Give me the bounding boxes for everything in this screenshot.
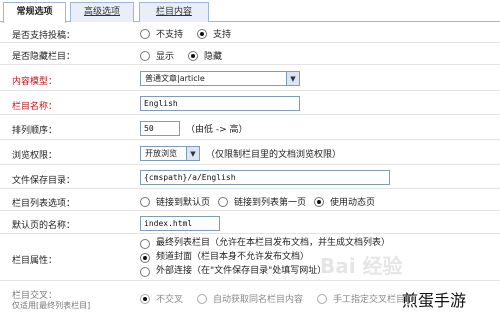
default-page-label: 默认页的名称：	[12, 221, 76, 231]
column-cross-sublabel: 仅适用[最终列表栏目]	[12, 301, 91, 310]
row-default-page: 默认页的名称： index.html	[0, 212, 500, 234]
chevron-down-icon[interactable]: ▼	[286, 72, 299, 85]
radio-submit[interactable]	[197, 28, 208, 39]
browse-permission-hint: （仅限制栏目里的文档浏览权限）	[206, 150, 342, 160]
sort-order-input[interactable]: 50	[140, 121, 180, 136]
opt-submit[interactable]: 支持	[197, 27, 231, 40]
row-hide-column: 是否隐藏栏目： 显示 隐藏	[0, 44, 500, 65]
opt-channel-cover[interactable]: 频道封面（栏目本身不允许发布文档）	[140, 251, 309, 264]
radio-auto-cross[interactable]	[197, 293, 208, 304]
save-dir-label: 文件保存目录：	[12, 176, 76, 186]
row-sort-order: 排列顺序： 50 （由低 -> 高）	[0, 116, 500, 140]
opt-external-link[interactable]: 外部连接（在"文件保存目录"处填写网址）	[140, 265, 326, 278]
row-browse-permission: 浏览权限： 开放浏览 ▼ （仅限制栏目里的文档浏览权限）	[0, 141, 500, 165]
tab-advanced[interactable]: 高级选项	[70, 2, 134, 22]
tab-column-content[interactable]: 栏目内容	[139, 2, 209, 22]
opt-hide[interactable]: 隐藏	[188, 49, 222, 62]
sort-order-label: 排列顺序：	[12, 126, 58, 136]
radio-no-cross[interactable]	[140, 293, 150, 304]
radio-no-submit[interactable]	[140, 28, 150, 39]
radio-show[interactable]	[140, 50, 150, 61]
radio-external-link[interactable]	[140, 266, 150, 277]
opt-manual-cross[interactable]: 手工指定交叉栏目ID	[317, 292, 415, 305]
opt-show[interactable]: 显示	[140, 49, 174, 62]
row-list-option: 栏目列表选项： 链接到默认页 链接到列表第一页 使用动态页	[0, 190, 500, 211]
save-dir-input[interactable]: {cmspath}/a/English	[140, 170, 390, 185]
row-allow-submit: 是否支持投稿： 不支持 支持	[0, 23, 500, 43]
radio-final-list[interactable]	[140, 238, 150, 249]
column-attr-label: 栏目属性：	[12, 256, 58, 266]
radio-manual-cross[interactable]	[317, 293, 328, 304]
tab-general[interactable]: 常规选项	[3, 2, 66, 23]
opt-link-default[interactable]: 链接到默认页	[140, 195, 210, 208]
opt-no-submit[interactable]: 不支持	[140, 27, 183, 40]
sort-order-hint: （由低 -> 高）	[186, 125, 248, 135]
column-name-label: 栏目名称：	[12, 102, 58, 112]
hide-column-label: 是否隐藏栏目：	[12, 52, 76, 62]
row-column-name: 栏目名称： English	[0, 92, 500, 115]
content-model-select[interactable]: 普通文章|article ▼	[140, 71, 300, 86]
opt-no-cross[interactable]: 不交叉	[140, 292, 183, 305]
radio-link-default[interactable]	[140, 196, 150, 207]
browse-permission-label: 浏览权限：	[12, 151, 58, 161]
radio-hide[interactable]	[188, 50, 199, 61]
opt-final-list[interactable]: 最终列表栏目（允许在本栏目发布文档，并生成文档列表）	[140, 237, 390, 250]
row-content-model: 内容模型： 普通文章|article ▼	[0, 66, 500, 91]
chevron-down-icon[interactable]: ▼	[186, 147, 199, 160]
tab-bar: 常规选项 高级选项 栏目内容	[0, 0, 500, 23]
opt-auto-cross[interactable]: 自动获取同名栏目内容	[197, 292, 303, 305]
column-name-input[interactable]: English	[140, 96, 300, 111]
radio-link-first[interactable]	[218, 196, 229, 207]
list-option-label: 栏目列表选项：	[12, 199, 76, 209]
opt-dynamic[interactable]: 使用动态页	[314, 195, 375, 208]
allow-submit-label: 是否支持投稿：	[12, 31, 76, 41]
content-model-label: 内容模型：	[12, 77, 58, 87]
radio-dynamic[interactable]	[314, 196, 325, 207]
baidu-watermark: Bai 经验	[320, 254, 403, 278]
row-save-dir: 文件保存目录： {cmspath}/a/English	[0, 166, 500, 189]
opt-link-first[interactable]: 链接到列表第一页	[218, 195, 306, 208]
default-page-input[interactable]: index.html	[140, 216, 220, 231]
radio-channel-cover[interactable]	[140, 252, 150, 263]
row-column-attr: 栏目属性： 最终列表栏目（允许在本栏目发布文档，并生成文档列表） 频道封面（栏目…	[0, 235, 500, 281]
browse-permission-select[interactable]: 开放浏览 ▼	[140, 146, 200, 161]
site-watermark: 煎蛋手游	[402, 291, 467, 310]
